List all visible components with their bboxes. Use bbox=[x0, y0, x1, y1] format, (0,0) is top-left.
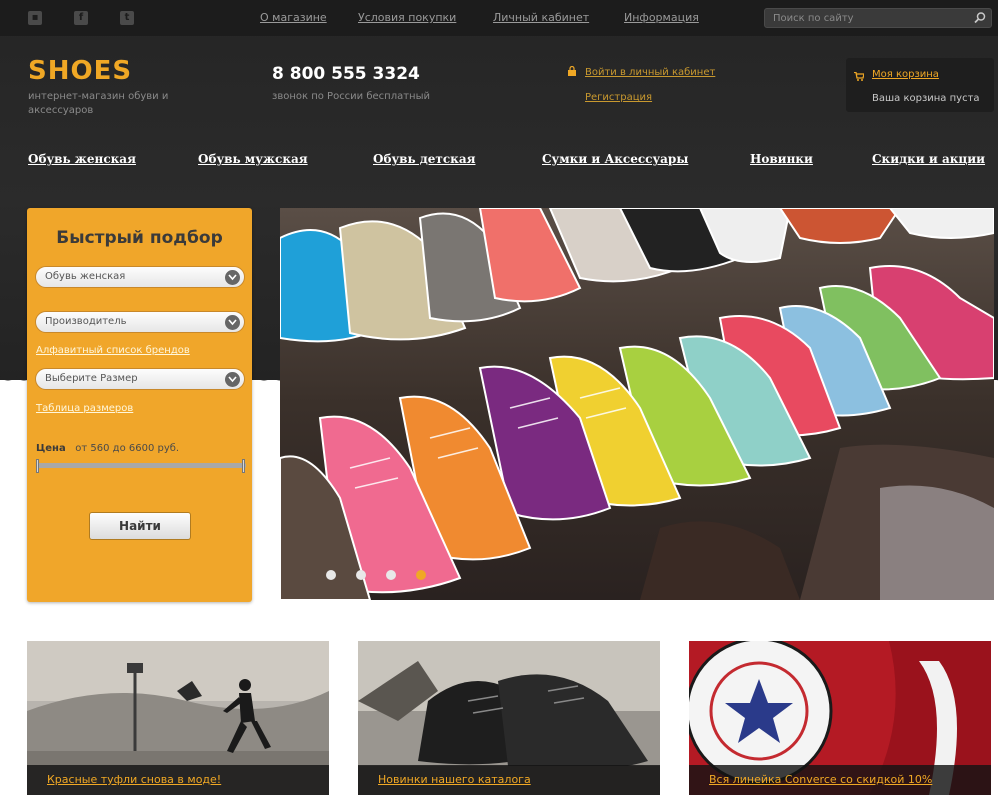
find-button[interactable]: Найти bbox=[89, 512, 191, 540]
price-slider-track bbox=[36, 463, 246, 468]
site-tagline: интернет-магазин обуви и аксессуаров bbox=[28, 91, 169, 116]
filter-title: Быстрый подбор bbox=[56, 228, 223, 248]
facebook-icon[interactable]: f bbox=[74, 11, 88, 25]
price-min-handle[interactable] bbox=[36, 459, 39, 473]
vk-icon[interactable]: ▪ bbox=[28, 11, 42, 25]
nav-women-shoes[interactable]: Обувь женская bbox=[28, 152, 136, 166]
nav-men-shoes[interactable]: Обувь мужская bbox=[198, 152, 308, 166]
promo-caption-bar: Новинки нашего каталога bbox=[358, 765, 660, 795]
slider-dot-4[interactable] bbox=[416, 570, 426, 580]
category-select[interactable]: Обувь женская bbox=[35, 266, 245, 288]
slider-dot-2[interactable] bbox=[356, 570, 366, 580]
brands-alphabetical-link[interactable]: Алфавитный список брендов bbox=[36, 345, 190, 356]
top-nav-account[interactable]: Личный кабинет bbox=[493, 11, 589, 24]
size-chart-link[interactable]: Таблица размеров bbox=[36, 403, 133, 414]
chevron-down-icon bbox=[225, 270, 240, 285]
promo-caption-bar: Вся линейка Converce со скидкой 10% bbox=[689, 765, 991, 795]
nav-kids-shoes[interactable]: Обувь детская bbox=[373, 152, 475, 166]
slider-dot-1[interactable] bbox=[326, 570, 336, 580]
cart-widget: Моя корзина Ваша корзина пуста bbox=[846, 58, 994, 112]
phone-number: 8 800 555 3324 bbox=[272, 64, 420, 84]
nav-bags-accessories[interactable]: Сумки и Аксессуары bbox=[542, 152, 688, 166]
quick-filter-panel: Быстрый подбор Обувь женская Производите… bbox=[27, 208, 252, 602]
top-nav-about[interactable]: О магазине bbox=[260, 11, 327, 24]
size-select-value: Выберите Размер bbox=[45, 373, 138, 384]
phone-note: звонок по России бесплатный bbox=[272, 91, 430, 102]
price-label: Цена от 560 до 6600 руб. bbox=[36, 443, 179, 454]
register-link[interactable]: Регистрация bbox=[585, 92, 652, 103]
top-nav-terms[interactable]: Условия покупки bbox=[358, 11, 456, 24]
twitter-icon[interactable]: t bbox=[120, 11, 134, 25]
size-select[interactable]: Выберите Размер bbox=[35, 368, 245, 390]
brand-select[interactable]: Производитель bbox=[35, 311, 245, 333]
category-select-value: Обувь женская bbox=[45, 271, 126, 282]
top-nav-info[interactable]: Информация bbox=[624, 11, 699, 24]
chevron-down-icon bbox=[225, 315, 240, 330]
login-link[interactable]: Войти в личный кабинет bbox=[585, 67, 715, 78]
sneakers-photo bbox=[280, 208, 994, 600]
hero-banner[interactable] bbox=[280, 208, 994, 600]
site-search bbox=[764, 8, 992, 28]
promo-caption-converse[interactable]: Вся линейка Converce со скидкой 10% bbox=[709, 773, 932, 786]
nav-sales[interactable]: Скидки и акции bbox=[872, 152, 985, 166]
price-title: Цена bbox=[36, 443, 66, 454]
chevron-down-icon bbox=[225, 372, 240, 387]
lock-icon bbox=[568, 66, 576, 76]
price-range: от 560 до 6600 руб. bbox=[75, 443, 180, 454]
promo-caption-bar: Красные туфли снова в моде! bbox=[27, 765, 329, 795]
promo-tile-new-arrivals[interactable]: Новинки нашего каталога bbox=[358, 641, 660, 795]
promo-caption-new-arrivals[interactable]: Новинки нашего каталога bbox=[378, 773, 531, 786]
site-logo[interactable]: SHOES bbox=[28, 56, 132, 86]
cart-link[interactable]: Моя корзина bbox=[872, 69, 939, 80]
price-slider[interactable] bbox=[36, 459, 246, 473]
promo-tile-red-shoes[interactable]: Красные туфли снова в моде! bbox=[27, 641, 329, 795]
brand-select-value: Производитель bbox=[45, 316, 127, 327]
cart-status: Ваша корзина пуста bbox=[872, 93, 980, 104]
search-input[interactable] bbox=[773, 11, 963, 25]
slider-dot-3[interactable] bbox=[386, 570, 396, 580]
cart-icon bbox=[854, 72, 864, 81]
search-icon[interactable] bbox=[973, 11, 987, 25]
promo-tile-converse[interactable]: Вся линейка Converce со скидкой 10% bbox=[689, 641, 991, 795]
top-bar: ▪ f t О магазине Условия покупки Личный … bbox=[0, 0, 998, 36]
promo-caption-red-shoes[interactable]: Красные туфли снова в моде! bbox=[47, 773, 221, 786]
price-max-handle[interactable] bbox=[242, 459, 245, 473]
nav-new-arrivals[interactable]: Новинки bbox=[750, 152, 813, 166]
